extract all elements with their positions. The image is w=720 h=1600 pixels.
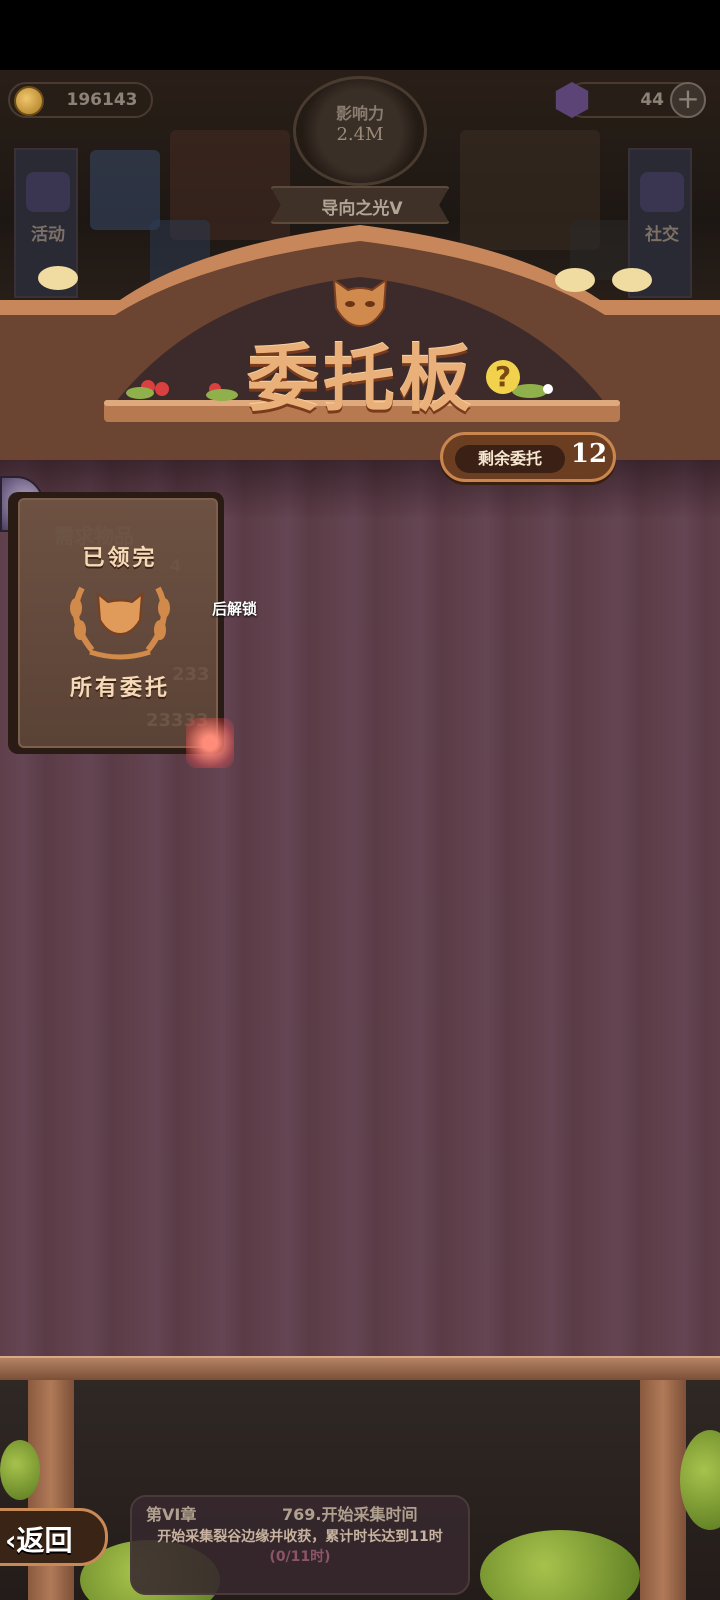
quest-description: 开始采集裂谷边缘并收获，累计时长达到11时 (0/11时) <box>140 1527 460 1567</box>
coin-value: 196143 <box>66 90 138 110</box>
gem-counter[interactable]: 44 + <box>555 82 706 118</box>
back-label-text: 返回 <box>16 1524 73 1557</box>
card-caption: 所有委托 <box>69 676 170 701</box>
card-status: 已领完 <box>82 546 158 571</box>
quest-description-text: 开始采集裂谷边缘并收获，累计时长达到11时 <box>157 1529 443 1545</box>
laurel-cat-icon <box>70 586 170 660</box>
wooden-post-right <box>640 1380 686 1600</box>
rank-ribbon: 导向之光V <box>270 186 450 224</box>
influence-badge[interactable]: 影响力 2.4M <box>285 72 435 202</box>
back-label: ‹返回 <box>5 1524 73 1557</box>
quest-tracker[interactable]: 第VI章 769.开始采集时间 开始采集裂谷边缘并收获，累计时长达到11时 (0/… <box>130 1495 470 1595</box>
quest-chapter: 第VI章 <box>146 1505 197 1524</box>
remaining-commissions: 剩余委托 12 <box>440 432 616 482</box>
board-title: 委托板 <box>246 336 475 421</box>
status-bar <box>0 0 720 70</box>
coin-icon <box>14 86 44 116</box>
rank-title: 导向之光V <box>321 199 403 219</box>
social-icon <box>640 172 684 212</box>
remaining-count: 12 <box>570 439 608 469</box>
gem-value: 44 <box>640 90 664 110</box>
add-gems-button[interactable]: + <box>670 82 706 118</box>
influence-label: 影响力 <box>335 104 384 123</box>
board-shelf <box>0 1356 720 1380</box>
quest-title: 769.开始采集时间 <box>282 1505 418 1524</box>
bush-left <box>0 1440 40 1500</box>
unlock-hint: 后解锁 <box>212 600 258 618</box>
quest-progress: (0/11时) <box>269 1549 331 1565</box>
card-face: 需求物品 4 233 23333 已领完 所有委托 <box>18 498 218 748</box>
remaining-label: 剩余委托 <box>455 445 565 473</box>
events-icon <box>26 172 70 212</box>
gift-icon[interactable] <box>186 718 234 768</box>
influence-value: 2.4M <box>336 124 384 145</box>
back-button[interactable]: ‹返回 <box>0 1508 108 1566</box>
coin-counter[interactable]: 196143 <box>8 82 153 118</box>
help-icon[interactable]: ? <box>486 360 520 394</box>
